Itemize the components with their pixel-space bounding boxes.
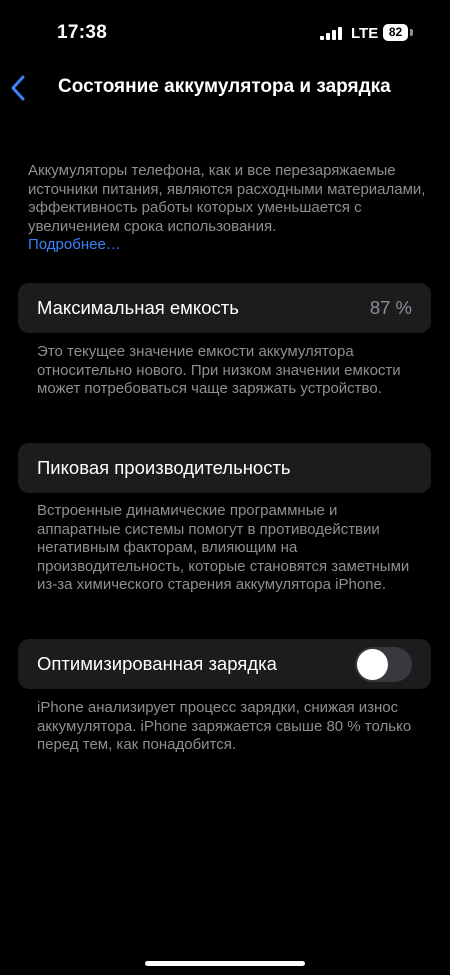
- intro-text: Аккумуляторы телефона, как и все перезар…: [28, 162, 426, 235]
- page-title: Состояние аккумулятора и зарядка: [58, 76, 391, 97]
- max-capacity-label: Максимальная емкость: [37, 297, 239, 318]
- max-capacity-value: 87 %: [369, 297, 412, 318]
- optimized-charging-label: Оптимизированная зарядка: [37, 653, 277, 674]
- peak-performance-cell: Пиковая производительность: [18, 443, 431, 493]
- toggle-knob: [357, 649, 388, 680]
- optimized-charging-cell: Оптимизированная зарядка: [18, 639, 431, 689]
- optimized-charging-footnote: iPhone анализирует процесс зарядки, сниж…: [37, 699, 412, 753]
- peak-performance-footnote: Встроенные динамические программные и ап…: [37, 502, 410, 593]
- battery-icon: 82: [383, 24, 408, 41]
- network-type: LTE: [351, 25, 379, 42]
- battery-tip: [410, 29, 413, 36]
- learn-more-link[interactable]: Подробнее…: [28, 236, 428, 255]
- chevron-left-icon: [11, 75, 25, 101]
- optimized-charging-toggle[interactable]: [355, 647, 412, 682]
- status-bar: 17:38 LTE 82: [0, 0, 450, 60]
- cellular-signal-icon: [320, 27, 342, 40]
- peak-performance-label: Пиковая производительность: [37, 457, 291, 478]
- status-time: 17:38: [57, 22, 108, 43]
- max-capacity-footnote: Это текущее значение емкости аккумулятор…: [37, 343, 401, 397]
- back-button[interactable]: [6, 72, 34, 104]
- navigation-bar: Состояние аккумулятора и зарядка: [0, 66, 450, 110]
- intro-description: Аккумуляторы телефона, как и все перезар…: [28, 162, 428, 255]
- max-capacity-cell: Максимальная емкость 87 %: [18, 283, 431, 333]
- home-indicator[interactable]: [145, 961, 305, 966]
